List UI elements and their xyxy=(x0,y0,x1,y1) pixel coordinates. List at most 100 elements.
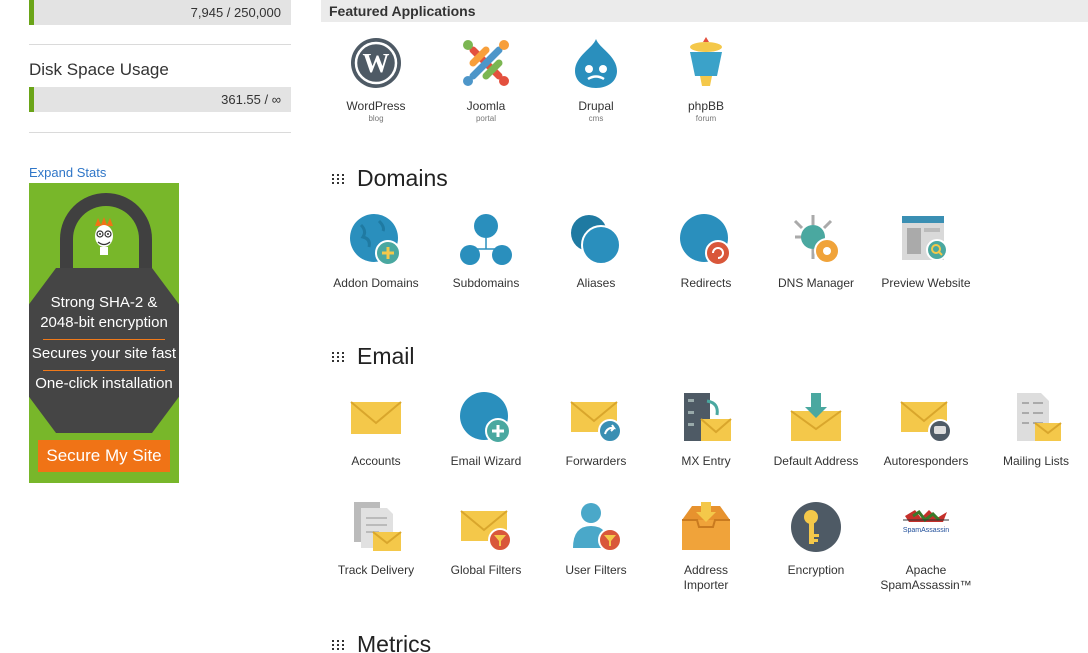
app-category: cms xyxy=(588,114,604,123)
tile-apache-spamassassin[interactable]: SpamAssassin Apache SpamAssassin™ xyxy=(871,500,981,593)
ad-line-4: One-click installation xyxy=(35,375,173,392)
server-envelope-icon xyxy=(684,393,732,441)
tile-forwarders[interactable]: Forwarders xyxy=(541,391,651,469)
tile-label: Global Filters xyxy=(450,563,522,577)
app-joomla[interactable]: Joomla portal xyxy=(431,36,541,124)
section-title-domains: Domains xyxy=(332,165,448,192)
tile-redirects[interactable]: Redirects xyxy=(651,213,761,291)
tile-label: Accounts xyxy=(351,454,401,468)
tile-label: Subdomains xyxy=(452,276,520,290)
envelope-download-icon xyxy=(790,393,842,441)
envelope-forward-icon xyxy=(570,401,622,443)
tile-label-line2: Importer xyxy=(683,578,729,592)
documents-envelope-icon xyxy=(354,502,402,551)
envelope-chat-icon xyxy=(900,401,952,443)
section-title-metrics: Metrics xyxy=(332,631,431,653)
sidebar: 7,945 / 250,000 Disk Space Usage 361.55 … xyxy=(29,0,291,483)
disk-space-bar: 361.55 / ∞ xyxy=(29,87,291,112)
tile-label: Forwarders xyxy=(565,454,627,468)
tile-mailing-lists[interactable]: Mailing Lists xyxy=(981,391,1088,469)
browser-search-icon xyxy=(902,216,948,261)
ad-divider xyxy=(43,370,165,371)
tile-label: Redirects xyxy=(680,276,732,290)
drag-handle-icon[interactable] xyxy=(332,173,345,184)
app-phpbb[interactable]: phpBB forum xyxy=(651,36,761,124)
globe-plus-icon xyxy=(350,214,401,266)
section-title-email: Email xyxy=(332,343,415,370)
joomla-icon xyxy=(463,40,509,86)
tile-mx-entry[interactable]: MX Entry xyxy=(651,391,761,469)
drupal-icon xyxy=(575,39,617,88)
ssl-ad-banner[interactable]: Strong SHA-2 & 2048-bit encryption Secur… xyxy=(29,183,179,483)
ad-line-3: Secures your site fast xyxy=(31,345,177,362)
tile-autoresponders[interactable]: Autoresponders xyxy=(871,391,981,469)
tile-label: Addon Domains xyxy=(333,276,419,290)
secure-my-site-button[interactable]: Secure My Site xyxy=(38,440,170,472)
section-heading: Domains xyxy=(357,165,448,191)
expand-stats-link[interactable]: Expand Stats xyxy=(29,165,106,180)
disk-space-title: Disk Space Usage xyxy=(29,60,169,79)
app-label: phpBB xyxy=(687,99,725,113)
tile-subdomains[interactable]: Subdomains xyxy=(431,213,541,291)
svg-text:W: W xyxy=(363,48,390,78)
tile-encryption[interactable]: Encryption xyxy=(761,500,871,578)
disk-space-value: 361.55 / ∞ xyxy=(221,92,281,107)
tile-label: Aliases xyxy=(576,276,616,290)
mascot-icon xyxy=(95,217,113,255)
bandwidth-usage-bar: 7,945 / 250,000 xyxy=(29,0,291,25)
ad-line-2: 2048-bit encryption xyxy=(40,314,168,331)
drag-handle-icon[interactable] xyxy=(332,639,345,650)
tile-addon-domains[interactable]: Addon Domains xyxy=(321,213,431,291)
globe-redirect-icon xyxy=(680,214,731,266)
section-heading: Email xyxy=(357,343,415,369)
key-icon xyxy=(791,502,841,552)
app-label: Drupal xyxy=(578,99,614,113)
tile-label: DNS Manager xyxy=(777,276,855,290)
featured-applications-header: Featured Applications xyxy=(321,0,1088,22)
envelope-filter-icon xyxy=(460,510,512,552)
tile-global-filters[interactable]: Global Filters xyxy=(431,500,541,578)
divider xyxy=(29,132,291,133)
tile-label: Encryption xyxy=(787,563,845,577)
list-envelope-icon xyxy=(1017,393,1062,441)
tile-label: Preview Website xyxy=(881,276,971,290)
main-content: Featured Applications W WordPress blog J… xyxy=(321,0,1088,653)
ad-divider xyxy=(43,339,165,340)
tile-default-address[interactable]: Default Address xyxy=(761,391,871,469)
tile-dns-manager[interactable]: DNS Manager xyxy=(761,213,871,291)
bandwidth-usage-value: 7,945 / 250,000 xyxy=(190,5,281,20)
tile-label: Track Delivery xyxy=(337,563,415,577)
app-category: forum xyxy=(695,114,717,123)
envelope-icon xyxy=(350,401,402,434)
section-heading: Metrics xyxy=(357,631,432,653)
wordpress-icon: W xyxy=(351,38,401,88)
tile-aliases[interactable]: Aliases xyxy=(541,213,651,291)
tile-user-filters[interactable]: User Filters xyxy=(541,500,651,578)
tile-track-delivery[interactable]: Track Delivery xyxy=(321,500,431,578)
app-category: portal xyxy=(475,114,496,123)
double-globe-icon xyxy=(571,215,621,265)
app-category: blog xyxy=(368,114,384,123)
dns-gear-icon xyxy=(793,215,840,264)
user-filter-icon xyxy=(573,503,622,552)
tile-label: Mailing Lists xyxy=(1002,454,1070,468)
tile-label: Autoresponders xyxy=(883,454,969,468)
box-import-icon xyxy=(682,502,730,550)
tile-address-importer[interactable]: Address Importer xyxy=(651,500,761,593)
app-drupal[interactable]: Drupal cms xyxy=(541,36,651,124)
globe-network-icon xyxy=(460,214,512,265)
drag-handle-icon[interactable] xyxy=(332,351,345,362)
app-wordpress[interactable]: W WordPress blog xyxy=(321,36,431,124)
tile-label: Apache xyxy=(905,563,947,577)
app-label: Joomla xyxy=(466,99,506,113)
tile-label: Email Wizard xyxy=(450,454,522,468)
tile-preview-website[interactable]: Preview Website xyxy=(871,213,981,291)
ad-line-1: Strong SHA-2 & xyxy=(50,294,158,311)
tile-label: MX Entry xyxy=(681,454,731,468)
tile-label: User Filters xyxy=(565,563,627,577)
tile-accounts[interactable]: Accounts xyxy=(321,391,431,469)
tile-label-line2: SpamAssassin™ xyxy=(880,578,972,592)
tile-label: Default Address xyxy=(773,454,859,468)
tile-email-wizard[interactable]: Email Wizard xyxy=(431,391,541,469)
globe-plus-icon xyxy=(460,392,511,444)
